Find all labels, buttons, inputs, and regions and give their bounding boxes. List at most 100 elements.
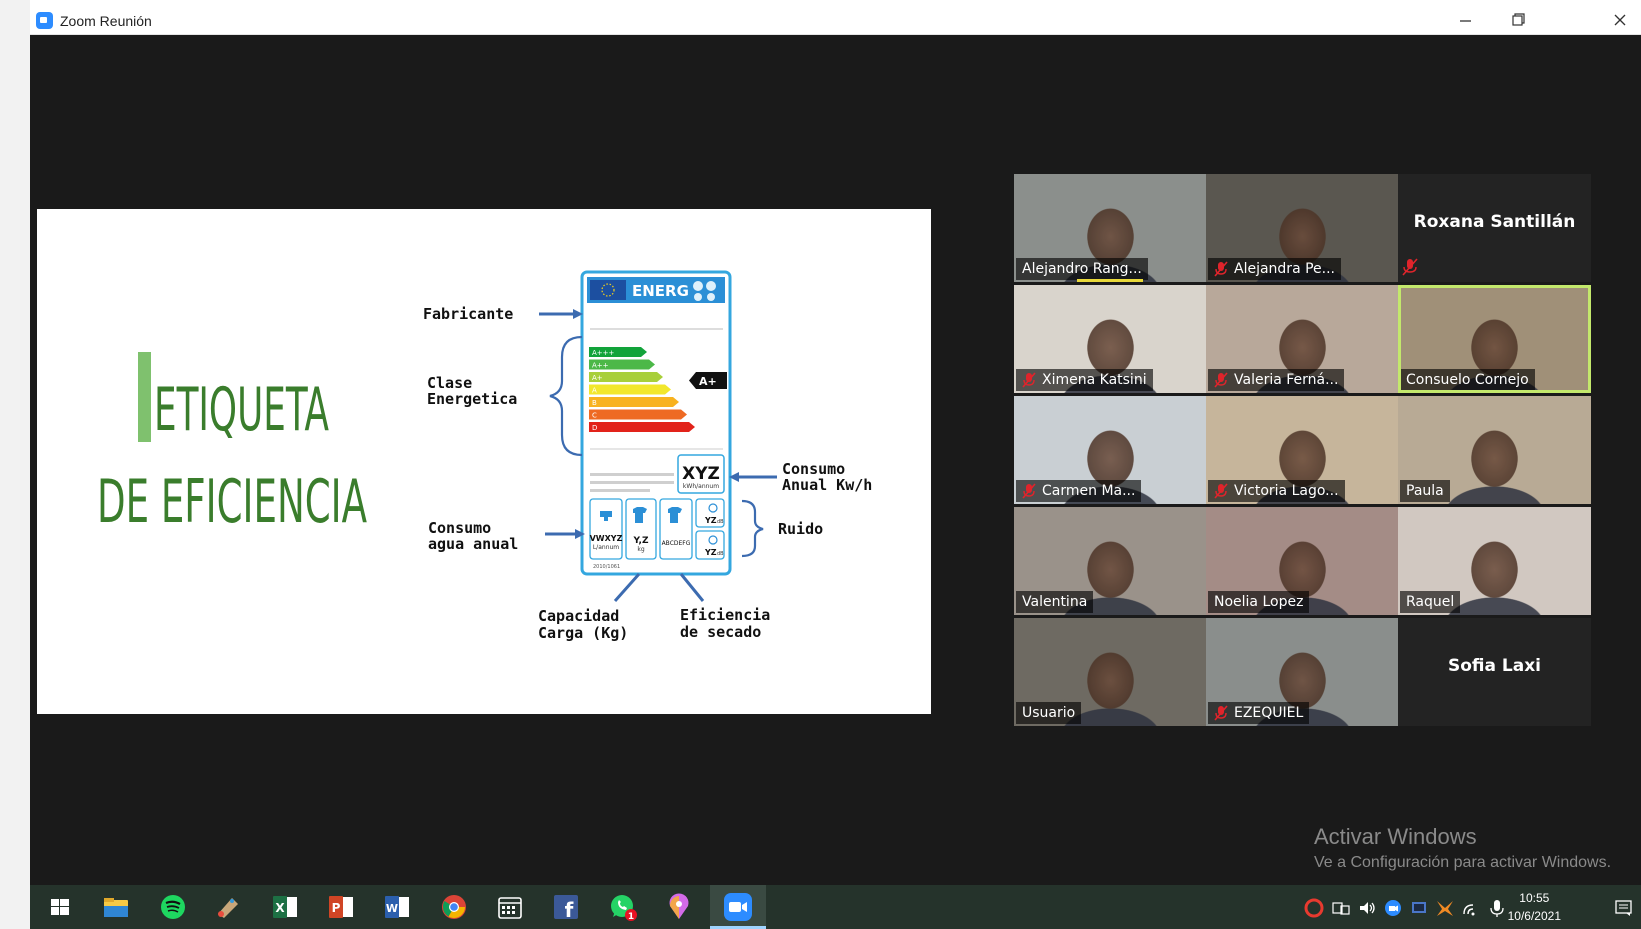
restore-button[interactable] <box>1503 8 1533 32</box>
water-value: VWXYZ <box>590 534 623 543</box>
muted-mic-icon <box>1214 705 1228 721</box>
label-consumo-agua-2: agua anual <box>428 535 518 553</box>
participant-tile[interactable]: Alejandra Pe... <box>1206 174 1399 282</box>
restore-icon <box>1512 13 1525 26</box>
network-app-tray-icon[interactable] <box>1408 897 1430 919</box>
energy-class-label: D <box>592 424 597 432</box>
participant-tile[interactable]: Valentina <box>1014 507 1207 615</box>
energy-class-label: A <box>592 387 597 395</box>
language-tray-icon[interactable] <box>1330 897 1352 919</box>
spotify-icon[interactable] <box>157 892 189 922</box>
eficiencia-arrow <box>679 573 705 602</box>
clock-time: 10:55 <box>1519 891 1550 905</box>
energy-class-label: A+++ <box>592 349 615 357</box>
noise-value-1: YZ <box>704 516 717 525</box>
participant-name-plate: EZEQUIEL <box>1208 702 1310 724</box>
participant-name: Alejandro Rang... <box>1022 261 1142 277</box>
participant-tile[interactable]: Valeria Ferná... <box>1206 285 1399 393</box>
participant-name: Sofia Laxi <box>1447 656 1541 676</box>
participant-tile[interactable]: Carmen Ma... <box>1014 396 1207 504</box>
energy-class-label: B <box>592 399 597 407</box>
participant-name: EZEQUIEL <box>1234 705 1304 721</box>
minimize-button[interactable] <box>1450 8 1480 32</box>
participant-tile[interactable]: Consuelo Cornejo <box>1398 285 1591 393</box>
participant-name: Consuelo Cornejo <box>1406 372 1529 388</box>
whatsapp-badge: 1 <box>628 912 634 922</box>
capacidad-arrow <box>613 573 641 602</box>
capacity-unit: kg <box>637 546 644 553</box>
participant-tile[interactable]: Noelia Lopez <box>1206 507 1399 615</box>
muted-mic-icon <box>1214 261 1228 277</box>
app-tray-icon[interactable] <box>1434 897 1456 919</box>
participant-name-plate: Carmen Ma... <box>1016 480 1142 502</box>
muted-mic-icon <box>1214 372 1228 388</box>
participant-name: Roxana Santillán <box>1413 212 1576 232</box>
participant-tile[interactable]: Ximena Katsini <box>1014 285 1207 393</box>
energy-label: ENERG A+++A++A+ABCD A+ XYZ kWh/annum VWX… <box>580 270 732 576</box>
capacity-value: Y,Z <box>633 536 649 546</box>
zoom-app-icon <box>36 12 53 29</box>
title-accent-bar <box>138 352 151 442</box>
participant-name-plate: Alejandro Rang... <box>1016 258 1148 280</box>
consumption-value: XYZ <box>682 464 720 484</box>
microphone-tray-icon[interactable] <box>1486 897 1508 919</box>
participant-tile[interactable]: Alejandro Rang... <box>1014 174 1207 282</box>
participant-name: Valeria Ferná... <box>1234 372 1339 388</box>
windows-start-icon[interactable] <box>44 892 76 922</box>
label-ruido: Ruido <box>778 520 823 538</box>
powerpoint-icon[interactable]: P <box>325 892 357 922</box>
close-button[interactable] <box>1605 8 1635 32</box>
excel-icon[interactable]: X <box>269 892 301 922</box>
energy-class-label: A++ <box>592 362 609 370</box>
shared-slide[interactable]: ETIQUETA DE EFICIENCIA ENERG A+++ A++ A+ A B… <box>37 209 931 714</box>
label-consumo-anual-2: Anual Kw/h <box>782 476 872 494</box>
maps-pin-icon[interactable] <box>663 892 695 922</box>
label-eficiencia-2: de secado <box>680 623 761 641</box>
participant-name: Victoria Lago... <box>1234 483 1339 499</box>
notifications-icon[interactable] <box>1613 897 1635 919</box>
window-title: Zoom Reunión <box>60 13 152 29</box>
participant-tile[interactable]: Sofia Laxi <box>1398 618 1591 726</box>
participant-tile[interactable]: Usuario <box>1014 618 1207 726</box>
noise-unit-2: dB <box>717 551 724 557</box>
zoom-title-bar: Zoom Reunión <box>30 0 1641 35</box>
participant-name: Valentina <box>1022 594 1088 610</box>
chrome-icon[interactable] <box>438 892 470 922</box>
file-explorer-icon[interactable] <box>100 892 132 922</box>
noise-unit-1: dB <box>717 519 724 525</box>
energy-class-bar <box>589 384 671 395</box>
participant-tile[interactable]: Roxana Santillán <box>1398 174 1591 282</box>
facebook-icon[interactable]: f <box>550 892 582 922</box>
wifi-tray-icon[interactable] <box>1460 897 1482 919</box>
consumption-unit: kWh/annum <box>683 483 719 490</box>
dry-class-value: ABCDEFG <box>662 540 691 547</box>
close-icon <box>1614 14 1626 26</box>
participant-name: Noelia Lopez <box>1214 594 1304 610</box>
meeting-area: ETIQUETA DE EFICIENCIA ENERG A+++ A++ A+ A B… <box>30 35 1641 885</box>
minimize-icon <box>1460 20 1471 22</box>
calendar-icon[interactable] <box>494 892 526 922</box>
taskbar-clock[interactable]: 10:55 10/6/2021 <box>1508 889 1561 925</box>
eu-flag-icon <box>590 280 626 300</box>
participant-name-plate: Alejandra Pe... <box>1208 258 1342 280</box>
word-icon[interactable]: W <box>381 892 413 922</box>
participant-name-plate: Valentina <box>1016 591 1094 613</box>
zoom-icon <box>710 893 766 929</box>
participant-name: Paula <box>1406 483 1444 499</box>
zoom-taskbar-button[interactable] <box>710 885 766 929</box>
muted-mic-icon <box>1402 258 1418 276</box>
volume-tray-icon[interactable] <box>1356 897 1378 919</box>
powerpoint-letter: P <box>332 901 341 915</box>
antivirus-tray-icon[interactable] <box>1303 897 1325 919</box>
energy-class-bar <box>589 397 679 407</box>
participant-tile[interactable]: EZEQUIEL <box>1206 618 1399 726</box>
zoom-tray-icon[interactable] <box>1382 897 1404 919</box>
paint-icon[interactable] <box>212 892 244 922</box>
participant-tile[interactable]: Paula <box>1398 396 1591 504</box>
label-eficiencia-1: Eficiencia <box>680 606 770 624</box>
participant-tile[interactable]: Raquel <box>1398 507 1591 615</box>
participant-tile[interactable]: Victoria Lago... <box>1206 396 1399 504</box>
label-capacidad-2: Carga (Kg) <box>538 624 628 642</box>
participant-name-plate: Valeria Ferná... <box>1208 369 1345 391</box>
whatsapp-icon[interactable]: 1 <box>607 892 639 922</box>
